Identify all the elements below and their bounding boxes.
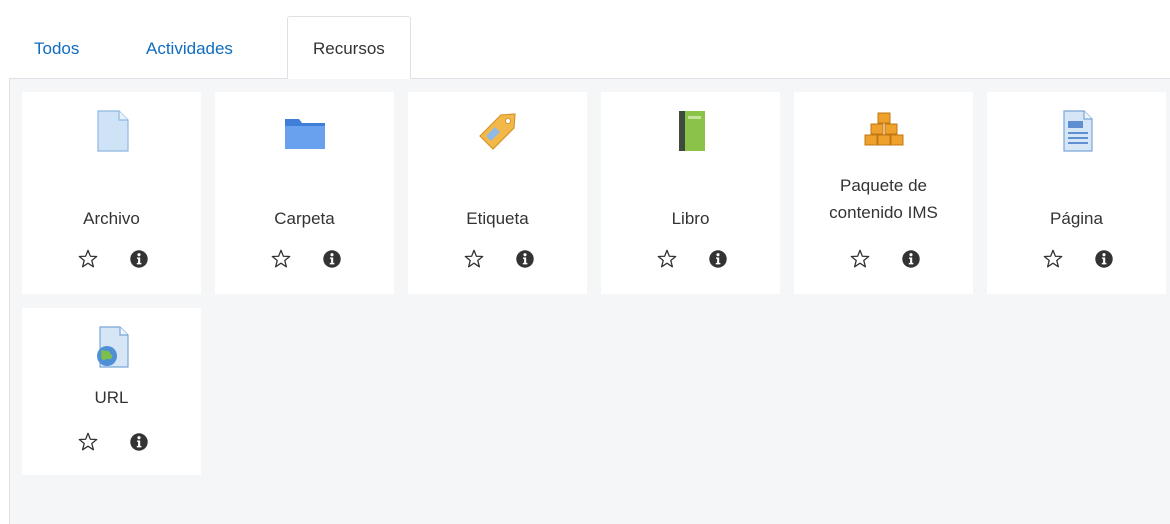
label-tag-icon [478,113,516,150]
resource-name: Paquete de contenido IMS [829,176,938,222]
info-icon[interactable] [1093,248,1115,270]
resource-name: Etiqueta [466,209,529,228]
url-globe-icon [96,326,129,368]
star-icon[interactable] [77,248,99,270]
info-icon[interactable] [514,248,536,270]
info-icon[interactable] [321,248,343,270]
resource-name: Libro [671,209,710,228]
book-icon [678,111,705,151]
page-icon [1062,110,1093,152]
resource-name: URL [94,388,129,407]
resource-card-pagina[interactable]: Página [987,92,1166,294]
star-icon[interactable] [1042,248,1064,270]
star-icon[interactable] [270,248,292,270]
info-icon[interactable] [707,248,729,270]
resource-name: Página [1050,209,1103,228]
module-type-tabs: Todos Actividades Recursos [0,0,1170,80]
resource-card-etiqueta[interactable]: Etiqueta [408,92,587,294]
star-icon[interactable] [849,248,871,270]
resource-card-archivo[interactable]: Archivo [22,92,201,294]
ims-package-icon [864,112,903,146]
info-icon[interactable] [900,248,922,270]
tab-recursos[interactable]: Recursos [287,16,411,80]
info-icon[interactable] [128,431,150,453]
file-icon [96,110,129,152]
info-icon[interactable] [128,248,150,270]
resource-name: Carpeta [274,209,335,228]
star-icon[interactable] [463,248,485,270]
star-icon[interactable] [77,431,99,453]
folder-icon [284,119,325,149]
resource-card-url[interactable]: URL [22,308,201,475]
resource-card-libro[interactable]: Libro [601,92,780,294]
resources-panel: Archivo Carpeta Etiqueta Libro Paquete d… [9,79,1170,524]
tab-actividades[interactable]: Actividades [146,16,233,78]
tab-todos[interactable]: Todos [34,16,79,78]
star-icon[interactable] [656,248,678,270]
resource-card-carpeta[interactable]: Carpeta [215,92,394,294]
resource-card-paquete-ims[interactable]: Paquete de contenido IMS [794,92,973,294]
resource-name: Archivo [83,209,140,228]
